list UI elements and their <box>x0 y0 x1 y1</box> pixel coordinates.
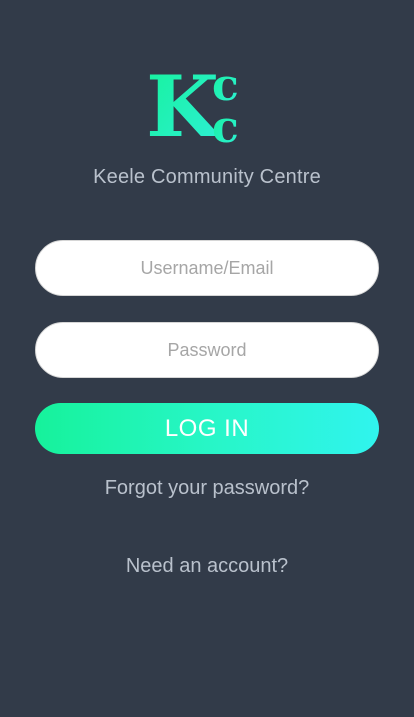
password-field-container <box>35 322 379 378</box>
password-input[interactable] <box>36 323 378 377</box>
kcc-logo-graphic: K c c <box>146 64 239 148</box>
username-input[interactable] <box>36 241 378 295</box>
svg-text:c: c <box>212 102 239 148</box>
username-field-container <box>35 240 379 296</box>
signup-link[interactable]: Need an account? <box>0 555 414 578</box>
login-button[interactable]: LOG IN <box>35 403 379 454</box>
forgot-password-link[interactable]: Forgot your password? <box>0 477 414 500</box>
kcc-logo: K c c <box>146 64 262 148</box>
organization-name: Keele Community Centre <box>93 166 321 188</box>
svg-text:K: K <box>146 64 222 148</box>
